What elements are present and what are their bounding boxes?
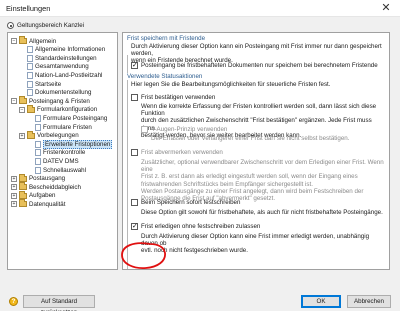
fix-on-save-label: Beim Speichern sofort festschreiben bbox=[141, 199, 241, 206]
confirm-deadline-label: Frist bestätigen verwenden bbox=[141, 94, 216, 101]
page-icon bbox=[35, 157, 41, 165]
reset-to-default-button[interactable]: Auf Standard zurücksetzen bbox=[23, 295, 95, 311]
four-eyes-description: Der Erfasser oder Verlängerer einer Fris… bbox=[151, 135, 350, 142]
folder-icon bbox=[19, 173, 27, 182]
folder-icon bbox=[19, 36, 27, 44]
help-icon[interactable]: ? bbox=[9, 297, 18, 306]
collapse-icon[interactable]: − bbox=[11, 98, 17, 105]
tree-item[interactable]: + Vorbelegungen bbox=[19, 130, 79, 140]
scope-option[interactable]: Geltungsbereich Kanzlei bbox=[7, 22, 84, 29]
tree-item-label: Schnellauswahl bbox=[43, 166, 86, 174]
tree-item[interactable]: − Allgemein bbox=[11, 36, 57, 45]
four-eyes-label: 4-Augen-Prinzip verwenden bbox=[151, 126, 228, 133]
tree-item-label: Formulare Posteingang bbox=[43, 114, 108, 122]
tree-item-label: Datenqualität bbox=[29, 200, 66, 208]
done-without-fix-checkbox[interactable] bbox=[131, 222, 138, 230]
section-title-frist-speichern: Frist speichern mit Fristende bbox=[127, 35, 208, 42]
tree-item[interactable]: Nation-Land-Postleitzahl bbox=[19, 71, 102, 79]
fix-on-save-checkbox[interactable] bbox=[131, 199, 138, 206]
expand-icon[interactable]: + bbox=[11, 184, 17, 191]
tree-item-label: DATEV DMS bbox=[43, 157, 79, 165]
tree-item-label: Dokumentenstellung bbox=[35, 89, 92, 97]
scope-label: Geltungsbereich Kanzlei bbox=[17, 22, 85, 29]
expand-icon[interactable]: + bbox=[11, 175, 17, 182]
tree-item[interactable]: Formulare Posteingang bbox=[27, 114, 107, 122]
tree-item-label: Allgemein bbox=[29, 37, 57, 45]
tree-item-label: Gesamtanwendung bbox=[35, 63, 89, 71]
tree-item[interactable]: − Formularkonfiguration bbox=[19, 104, 98, 114]
tree-item[interactable]: Gesamtanwendung bbox=[19, 63, 89, 71]
tree-item[interactable]: + Aufgaben bbox=[11, 190, 56, 200]
tree-item[interactable]: − Posteingang & Fristen bbox=[11, 96, 90, 105]
tree-item-label: Aufgaben bbox=[29, 192, 56, 200]
tree-item-label: Startseite bbox=[35, 80, 62, 88]
page-icon bbox=[27, 89, 33, 97]
tree-item-label: Allgemeine Informationen bbox=[35, 46, 106, 54]
tree-item[interactable]: Schnellauswahl bbox=[27, 166, 86, 174]
folder-icon bbox=[19, 182, 27, 191]
tree-item-label: Posteingang & Fristen bbox=[29, 97, 90, 105]
page-icon bbox=[27, 71, 33, 79]
tree-item[interactable]: Erweiterte Fristoptionen bbox=[27, 139, 113, 149]
cancel-button[interactable]: Abbrechen bbox=[347, 295, 391, 308]
page-icon bbox=[35, 140, 41, 148]
four-eyes-checkbox[interactable] bbox=[141, 126, 148, 133]
close-icon[interactable]: ✕ bbox=[372, 0, 400, 17]
tree-item[interactable]: Startseite bbox=[19, 80, 61, 88]
revise-deadline-label: Frist abvermerken verwenden bbox=[141, 149, 223, 156]
tree-item-label: Standardeinstellungen bbox=[35, 54, 97, 62]
title-bar: Einstellungen ✕ bbox=[0, 0, 400, 17]
page-icon bbox=[27, 63, 33, 71]
folder-icon bbox=[27, 130, 35, 139]
tree-item[interactable]: Allgemeine Informationen bbox=[19, 46, 105, 54]
tree-item[interactable]: Dokumentenstellung bbox=[19, 89, 91, 97]
page-icon bbox=[27, 46, 33, 54]
page-icon bbox=[35, 114, 41, 122]
tree-item-label: Bescheiddabgleich bbox=[29, 183, 81, 191]
expand-icon[interactable]: + bbox=[19, 132, 25, 139]
tree-item[interactable]: Fristenkontrolle bbox=[27, 149, 85, 157]
confirm-deadline-description: Wenn die korrekte Erfassung der Fristen … bbox=[141, 103, 377, 139]
page-icon bbox=[27, 54, 33, 62]
page-icon bbox=[35, 149, 41, 157]
scope-radio[interactable] bbox=[7, 22, 14, 29]
settings-panel: Frist speichern mit Fristende Durch Akti… bbox=[122, 32, 390, 270]
section2-frame-left bbox=[127, 81, 128, 269]
settings-tree[interactable]: − Allgemein Allgemeine Informationen Standa… bbox=[7, 32, 118, 270]
tree-item[interactable]: + Datenqualität bbox=[11, 199, 66, 208]
page-icon bbox=[35, 166, 41, 174]
tree-item-label: Nation-Land-Postleitzahl bbox=[35, 71, 103, 79]
tree-item[interactable]: Formulare Fristen bbox=[27, 123, 92, 131]
revise-deadline-checkbox[interactable] bbox=[131, 149, 138, 156]
page-icon bbox=[35, 123, 41, 131]
revise-deadline-description: Zusätzlicher, optional verwendbarer Zwis… bbox=[141, 159, 384, 203]
tree-item[interactable]: Standardeinstellungen bbox=[19, 54, 97, 62]
tree-item-label: Postausgang bbox=[29, 175, 66, 183]
expand-icon[interactable]: + bbox=[11, 192, 17, 199]
folder-icon bbox=[19, 199, 27, 208]
tree-item-label: Erweiterte Fristoptionen bbox=[43, 139, 113, 149]
confirm-deadline-checkbox[interactable] bbox=[131, 94, 138, 101]
folder-icon bbox=[19, 96, 27, 105]
section-title-statusaktionen: Verwendete Statusaktionen bbox=[127, 73, 205, 80]
save-with-deadline-checkbox[interactable] bbox=[131, 61, 138, 69]
section2-intro: Hier legen Sie die Bearbeitungsmöglichke… bbox=[131, 81, 331, 88]
ok-button[interactable]: OK bbox=[301, 295, 341, 308]
folder-icon bbox=[27, 104, 35, 113]
save-with-deadline-label: Posteingang bei fristbehafteten Dokument… bbox=[141, 62, 378, 69]
tree-item-label: Fristenkontrolle bbox=[43, 149, 86, 157]
folder-icon bbox=[19, 190, 27, 199]
expand-icon[interactable]: + bbox=[11, 201, 17, 208]
tree-item-label: Formulare Fristen bbox=[43, 123, 92, 131]
fix-on-save-description: Diese Option gilt sowohl für fristbehaft… bbox=[141, 209, 383, 216]
tree-item-label: Vorbelegungen bbox=[37, 132, 79, 140]
page-icon bbox=[27, 80, 33, 88]
collapse-icon[interactable]: − bbox=[19, 106, 25, 113]
done-without-fix-label: Frist erledigen ohne festschreiben zulas… bbox=[141, 223, 261, 230]
done-without-fix-description: Durch Aktivierung dieser Option kann ein… bbox=[141, 233, 370, 255]
window-title: Einstellungen bbox=[6, 4, 51, 13]
tree-item[interactable]: DATEV DMS bbox=[27, 157, 79, 165]
tree-item-label: Formularkonfiguration bbox=[37, 106, 98, 114]
collapse-icon[interactable]: − bbox=[11, 38, 17, 44]
